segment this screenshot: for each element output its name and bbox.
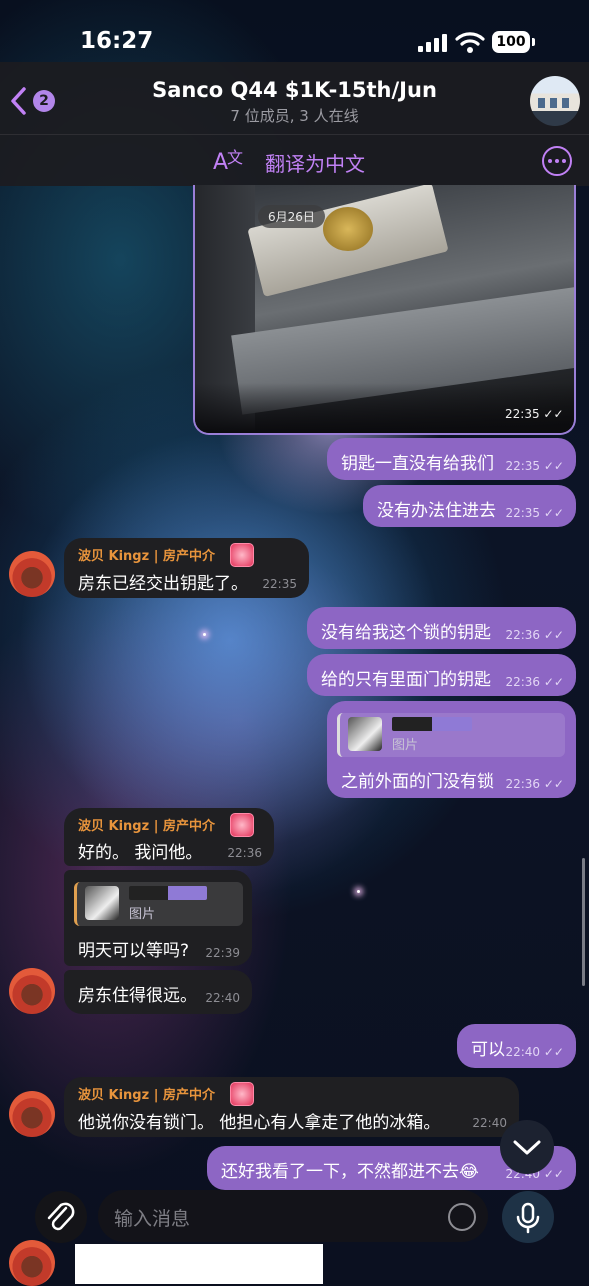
reply-preview[interactable]: 图片 <box>337 713 565 757</box>
translate-bar[interactable]: A 文 翻译为中文 <box>0 134 589 186</box>
chevron-down-icon <box>513 1140 541 1155</box>
sender-badge-icon <box>230 813 254 837</box>
reply-sender-redacted <box>392 717 472 731</box>
attach-button[interactable] <box>35 1191 87 1243</box>
message-time: 22:36 ✓✓ <box>505 777 564 791</box>
message-time: 22:35 <box>262 577 297 591</box>
outgoing-message[interactable]: 可以 22:40 ✓✓ <box>457 1024 576 1068</box>
reply-thumbnail <box>348 717 382 751</box>
cellular-signal-icon <box>418 32 448 52</box>
translate-label[interactable]: 翻译为中文 <box>265 148 365 177</box>
message-time: 22:35 ✓✓ <box>505 407 564 421</box>
user-avatar[interactable] <box>9 551 55 597</box>
message-text: 明天可以等吗? <box>78 941 190 961</box>
image-message[interactable] <box>75 1244 323 1284</box>
date-badge: 6月26日 <box>258 205 325 228</box>
message-input-placeholder: 输入消息 <box>114 1208 191 1230</box>
message-text: 之前外面的门没有锁 <box>341 772 494 792</box>
status-time: 16:27 <box>80 28 154 54</box>
user-avatar[interactable] <box>9 968 55 1014</box>
message-time: 22:36 <box>227 846 262 860</box>
microphone-icon <box>516 1202 540 1234</box>
message-time: 22:35 ✓✓ <box>505 459 564 473</box>
photo-message[interactable] <box>193 185 576 435</box>
user-avatar[interactable] <box>9 1091 55 1137</box>
sender-name[interactable]: 波贝 Kingz | 房产中介 <box>78 545 215 564</box>
incoming-message[interactable]: 图片 明天可以等吗? 22:39 <box>64 870 252 966</box>
outgoing-message[interactable]: 没有给我这个锁的钥匙 22:36 ✓✓ <box>307 607 576 649</box>
outgoing-message[interactable]: 图片 之前外面的门没有锁 22:36 ✓✓ <box>327 701 576 798</box>
message-text: 他说你没有锁门。 他担心有人拿走了他的冰箱。 <box>78 1113 441 1133</box>
message-text: 可以 <box>471 1040 505 1060</box>
sticker-icon[interactable] <box>448 1203 476 1231</box>
message-text: 还好我看了一下，不然都进不去😂 <box>221 1162 479 1182</box>
message-text: 好的。 我问他。 <box>78 843 203 863</box>
message-time: 22:35 ✓✓ <box>505 506 564 520</box>
message-time: 22:40 <box>205 991 240 1005</box>
incoming-message[interactable]: 房东住得很远。 22:40 <box>64 970 252 1014</box>
sender-name[interactable]: 波贝 Kingz | 房产中介 <box>78 815 215 834</box>
outgoing-message[interactable]: 钥匙一直没有给我们 22:35 ✓✓ <box>327 438 576 480</box>
message-text: 没有办法住进去 <box>377 501 496 521</box>
chat-header: 2 Sanco Q44 $1K-15th/Jun 7 位成员, 3 人在线 <box>0 62 589 134</box>
sender-badge-icon <box>230 543 254 567</box>
message-text: 房东住得很远。 <box>78 986 197 1006</box>
message-text: 给的只有里面门的钥匙 <box>321 670 491 690</box>
incoming-message[interactable]: 波贝 Kingz | 房产中介 好的。 我问他。 22:36 <box>64 808 274 866</box>
translate-icon: A 文 <box>213 148 243 175</box>
battery-icon: 100 <box>492 31 535 53</box>
sender-name[interactable]: 波贝 Kingz | 房产中介 <box>78 1084 215 1103</box>
message-time: 22:36 ✓✓ <box>505 675 564 689</box>
message-text: 钥匙一直没有给我们 <box>341 454 494 474</box>
message-time: 22:40 ✓✓ <box>505 1045 564 1059</box>
chat-subtitle: 7 位成员, 3 人在线 <box>230 107 359 125</box>
wallpaper-star <box>203 633 206 636</box>
user-avatar[interactable] <box>9 1240 55 1286</box>
message-time: 22:39 <box>205 946 240 960</box>
outgoing-message[interactable]: 没有办法住进去 22:35 ✓✓ <box>363 485 576 527</box>
reply-label: 图片 <box>392 738 419 753</box>
svg-text:A: A <box>213 150 228 175</box>
wifi-icon <box>455 32 485 53</box>
message-text: 没有给我这个锁的钥匙 <box>321 623 491 643</box>
reply-preview[interactable]: 图片 <box>74 882 243 926</box>
message-composer: 输入消息 <box>0 1180 589 1250</box>
reply-sender-redacted <box>129 886 207 900</box>
scrollbar[interactable] <box>582 858 585 986</box>
message-text: 房东已经交出钥匙了。 <box>78 574 248 594</box>
chat-title[interactable]: Sanco Q44 $1K-15th/Jun <box>0 78 589 102</box>
wallpaper-star <box>357 890 360 893</box>
group-avatar[interactable] <box>530 76 580 126</box>
incoming-message[interactable]: 波贝 Kingz | 房产中介 房东已经交出钥匙了。 22:35 <box>64 538 309 598</box>
svg-text:文: 文 <box>227 148 243 167</box>
paperclip-icon <box>47 1202 75 1231</box>
reply-label: 图片 <box>129 907 156 922</box>
message-input[interactable]: 输入消息 <box>98 1190 488 1242</box>
more-options-button[interactable] <box>542 146 572 176</box>
scroll-to-bottom-button[interactable] <box>500 1120 554 1174</box>
microphone-button[interactable] <box>502 1191 554 1243</box>
message-time: 22:36 ✓✓ <box>505 628 564 642</box>
incoming-message[interactable]: 波贝 Kingz | 房产中介 他说你没有锁门。 他担心有人拿走了他的冰箱。 2… <box>64 1077 519 1137</box>
sender-badge-icon <box>230 1082 254 1106</box>
reply-thumbnail <box>85 886 119 920</box>
outgoing-message[interactable]: 给的只有里面门的钥匙 22:36 ✓✓ <box>307 654 576 696</box>
